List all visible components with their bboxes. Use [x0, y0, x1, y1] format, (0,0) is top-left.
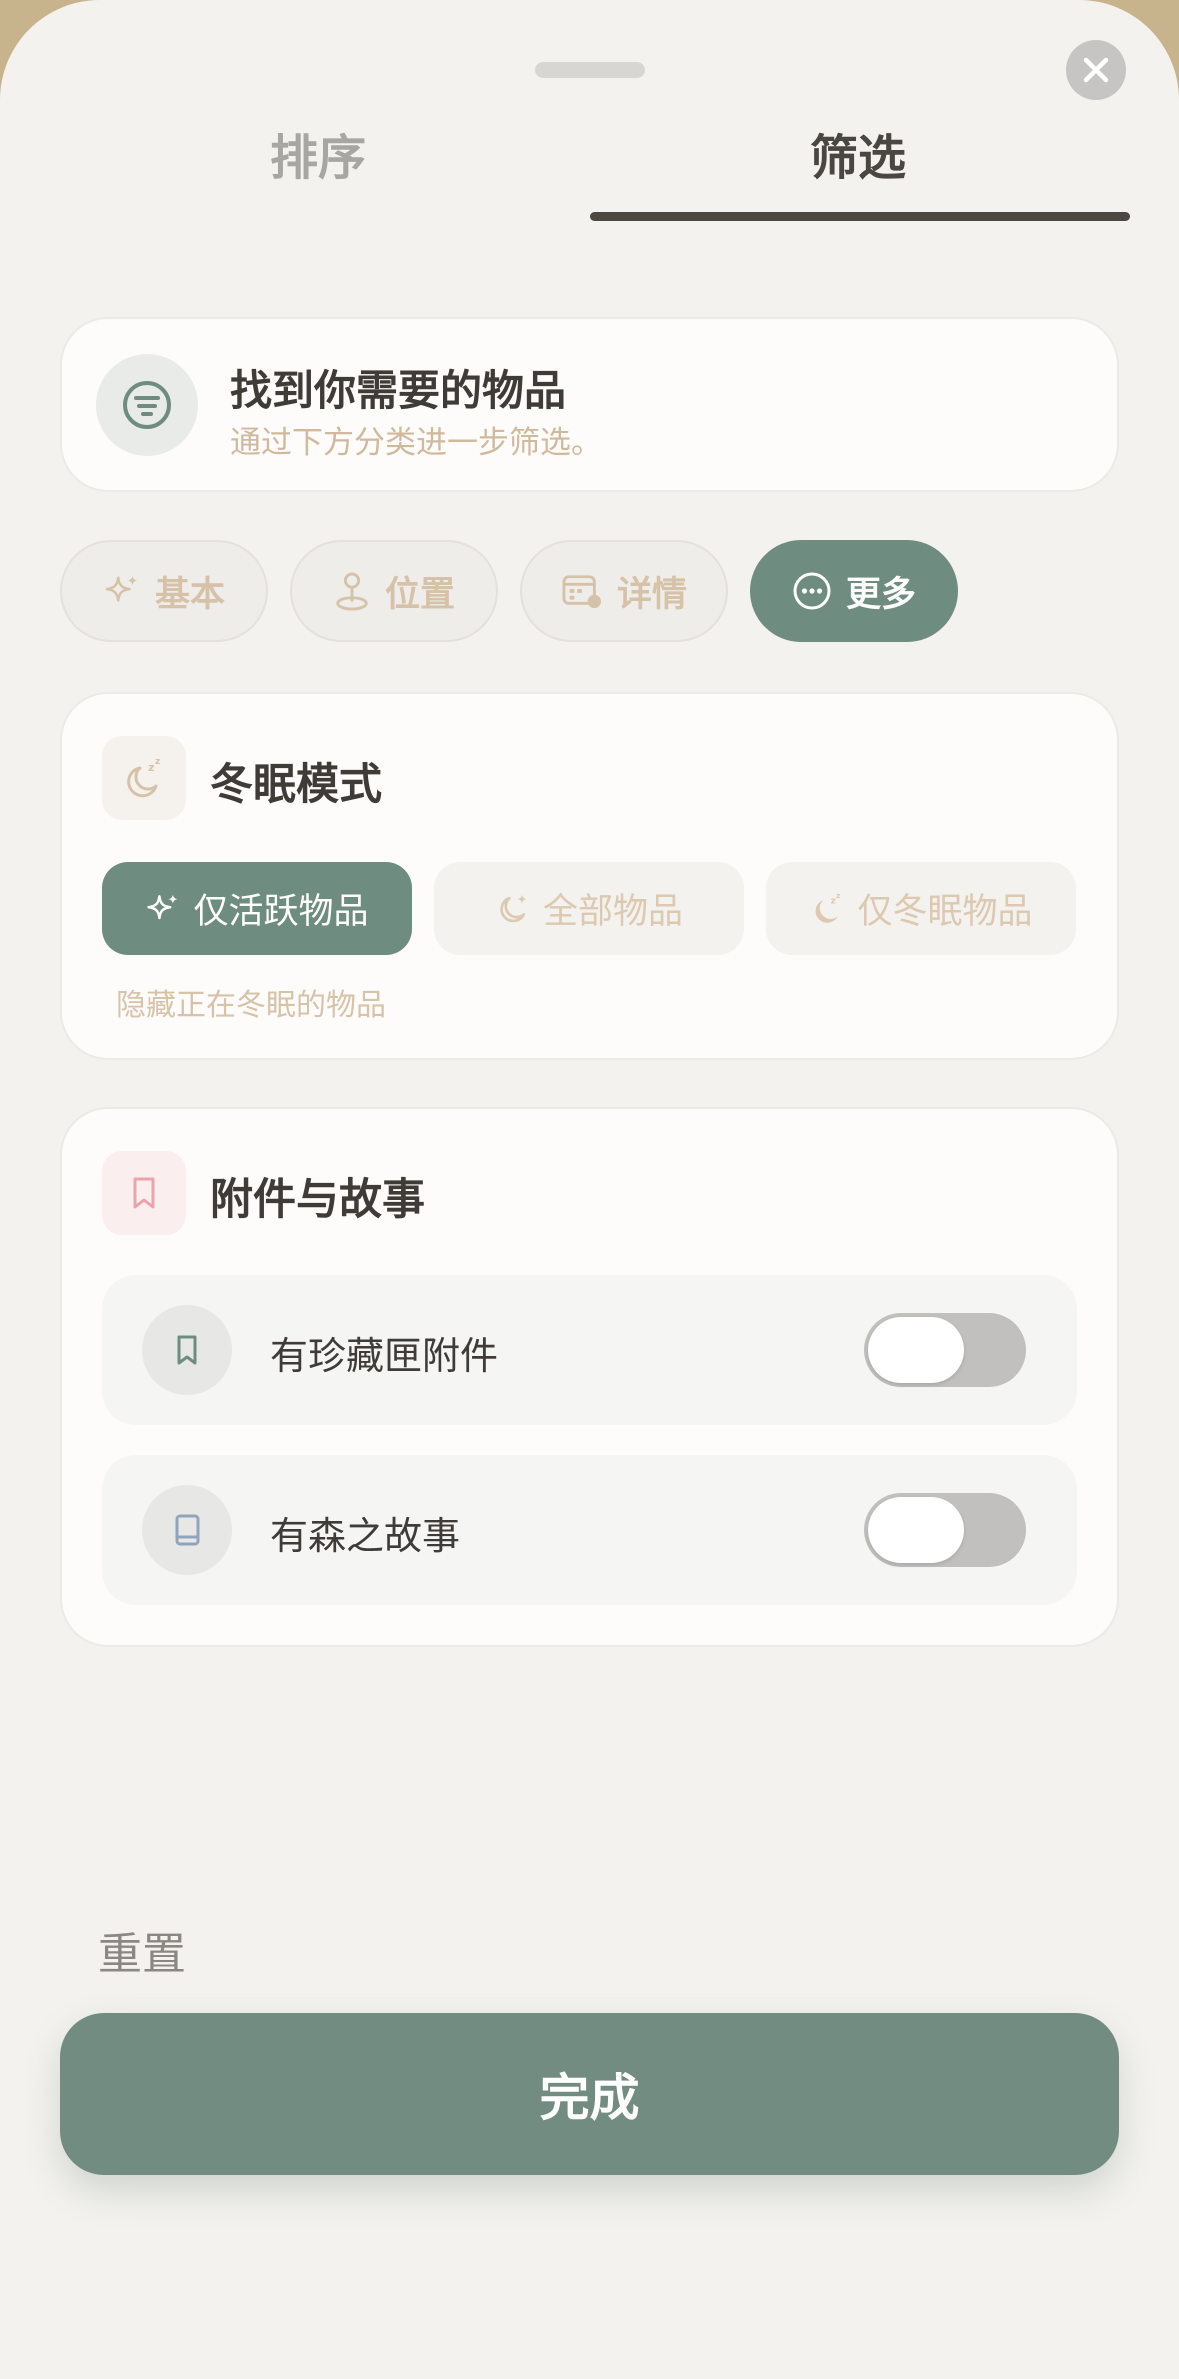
category-chip-label: 基本 [154, 574, 225, 615]
category-chip-more[interactable]: 更多 [750, 540, 958, 642]
bookmark-icon [102, 1151, 186, 1235]
intro-subtitle: 通过下方分类进一步筛选。 [230, 425, 602, 461]
svg-text:z: z [148, 761, 154, 774]
tab-filter[interactable]: 筛选 [810, 118, 906, 188]
calendar-detail-icon [561, 572, 603, 610]
category-chip-label: 更多 [845, 574, 916, 615]
active-tab-indicator [590, 212, 1130, 221]
category-chip-basic[interactable]: 基本 [60, 540, 268, 642]
forest-story-toggle[interactable] [864, 1493, 1026, 1567]
moon-sparkle-icon [500, 894, 527, 922]
option-label: 全部物品 [542, 892, 683, 932]
sparkles-icon [147, 894, 178, 919]
intro-title: 找到你需要的物品 [230, 366, 567, 415]
svg-text:z: z [836, 891, 840, 900]
category-chip-details[interactable]: 详情 [520, 540, 728, 642]
row-label: 有森之故事 [270, 1514, 461, 1558]
hibernation-title: 冬眠模式 [210, 760, 382, 810]
category-chip-label: 详情 [616, 574, 687, 615]
filter-lines-icon [96, 354, 198, 456]
sheet-grabber[interactable] [535, 62, 645, 78]
category-chip-label: 位置 [384, 574, 455, 615]
hibernation-hint: 隐藏正在冬眠的物品 [116, 988, 386, 1023]
option-all-items[interactable]: 全部物品 [434, 862, 744, 955]
toggle-knob [868, 1497, 964, 1563]
close-icon [1083, 57, 1109, 83]
sparkles-icon [103, 572, 141, 610]
option-label: 仅活跃物品 [193, 892, 369, 932]
reset-button[interactable]: 重置 [98, 1918, 186, 1982]
book-icon [142, 1485, 232, 1575]
row-has-forest-story: 有森之故事 [102, 1455, 1077, 1605]
attachments-card: 附件与故事 有珍藏匣附件 有森之故事 [60, 1107, 1119, 1647]
bookmark-icon [142, 1305, 232, 1395]
more-dots-icon [792, 571, 832, 611]
hibernation-card: z z 冬眠模式 仅活跃物品 全部物品 z z 仅冬眠物品 隐藏正在冬眠的物品 [60, 692, 1119, 1060]
treasure-attachment-toggle[interactable] [864, 1313, 1026, 1387]
map-pin-icon [333, 570, 371, 612]
row-label: 有珍藏匣附件 [270, 1334, 499, 1378]
toggle-knob [868, 1317, 964, 1383]
option-label: 仅冬眠物品 [857, 892, 1033, 932]
svg-text:z: z [155, 757, 160, 767]
close-button[interactable] [1066, 40, 1126, 100]
row-has-treasure-attachment: 有珍藏匣附件 [102, 1275, 1077, 1425]
done-button[interactable]: 完成 [60, 2013, 1119, 2175]
moon-sleep-icon: z z [816, 891, 841, 923]
filter-sheet: 排序 筛选 找到你需要的物品 通过下方分类进一步筛选。 基本 位置 详情 更多 … [0, 0, 1179, 2379]
tab-sort[interactable]: 排序 [270, 118, 366, 188]
attachments-title: 附件与故事 [210, 1175, 425, 1225]
option-active-only[interactable]: 仅活跃物品 [102, 862, 412, 955]
svg-text:z: z [831, 896, 836, 906]
sleeping-moon-icon: z z [102, 736, 186, 820]
category-chip-location[interactable]: 位置 [290, 540, 498, 642]
option-hibernating-only[interactable]: z z 仅冬眠物品 [766, 862, 1076, 955]
intro-card: 找到你需要的物品 通过下方分类进一步筛选。 [60, 317, 1119, 492]
